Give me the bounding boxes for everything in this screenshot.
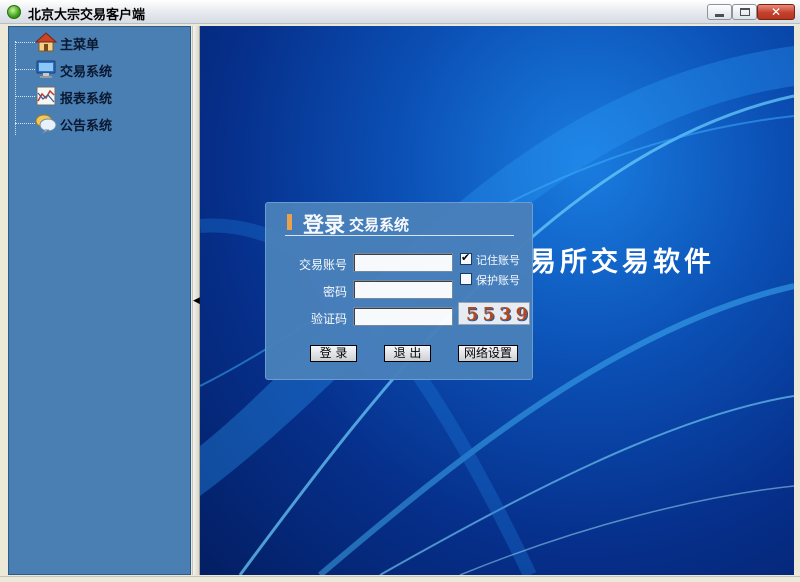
network-settings-button[interactable]: 网络设置 [458,345,518,362]
captcha-code: 5539 [466,304,530,325]
sidebar-item-main-menu[interactable]: 主菜单 [9,29,189,55]
sidebar-item-reports[interactable]: 报表系统 [9,83,189,109]
title-bar[interactable]: 北京大宗交易客户端 ✕ [0,0,800,24]
close-button[interactable]: ✕ [757,4,795,20]
protect-account-label[interactable]: 保护账号 [476,272,520,288]
window-client-area: 主菜单 交易系统 报表系统 公告系统 ◀ 易所交易软件 登录 交易系统 交易账号… [5,25,795,576]
sidebar-item-trading[interactable]: 交易系统 [9,56,189,82]
sidebar-item-label: 主菜单 [60,38,100,53]
window-bottom-border [0,576,800,582]
exit-button[interactable]: 退 出 [384,345,431,362]
sidebar-item-label: 交易系统 [60,65,113,80]
login-button[interactable]: 登 录 [310,345,357,362]
main-background: 易所交易软件 登录 交易系统 交易账号 密码 验证码 ✔ 记住账号 保护账号 5… [200,26,794,575]
close-icon: ✕ [770,5,782,19]
tree-branch-line [15,96,35,97]
tree-branch-line [15,69,35,70]
captcha-input[interactable] [353,307,453,326]
sidebar-item-label: 公告系统 [60,119,113,134]
tree-branch-line [15,42,35,43]
sidebar-item-announcements[interactable]: 公告系统 [9,110,189,136]
captcha-label: 验证码 [310,312,347,326]
panel-splitter[interactable]: ◀ [192,26,200,575]
minimize-button[interactable] [707,4,732,20]
account-input[interactable] [353,253,453,272]
title-accent-bar [287,214,292,230]
remember-account-label[interactable]: 记住账号 [476,252,520,268]
captcha-image[interactable]: 5539 [458,302,530,325]
collapse-arrow-icon[interactable]: ◀ [193,296,200,306]
sidebar-item-label: 报表系统 [60,92,113,107]
banner-text: 易所交易软件 [529,247,715,278]
account-label: 交易账号 [298,258,347,272]
remember-account-checkbox[interactable]: ✔ [460,251,472,265]
login-subtitle: 交易系统 [349,216,410,234]
protect-account-checkbox[interactable] [460,273,472,285]
chart-report-icon [36,86,56,106]
window-title: 北京大宗交易客户端 [28,8,146,23]
tree-branch-line [15,123,35,124]
app-icon [7,5,21,19]
login-dialog: 登录 交易系统 交易账号 密码 验证码 ✔ 记住账号 保护账号 5539 登 录… [265,202,533,380]
checkmark-icon: ✔ [461,251,471,264]
password-input[interactable] [353,280,453,299]
password-label: 密码 [322,285,347,299]
maximize-button[interactable] [732,4,757,20]
maximize-icon [739,8,750,16]
monitor-icon [36,60,56,78]
chat-bubble-icon [35,114,57,134]
minimize-icon [715,13,724,17]
title-divider [285,235,514,236]
home-icon [35,32,57,52]
sidebar-tree: 主菜单 交易系统 报表系统 公告系统 [8,26,191,575]
